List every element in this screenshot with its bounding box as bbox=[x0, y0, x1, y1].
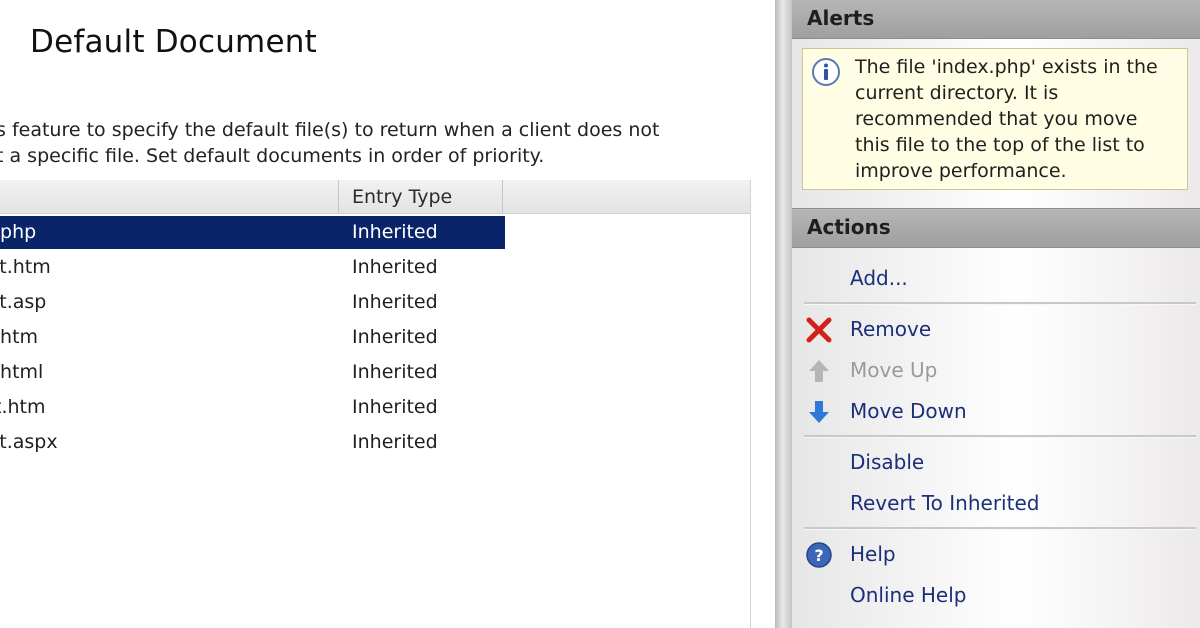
svg-text:?: ? bbox=[814, 546, 823, 565]
alert-line: current directory. It is bbox=[855, 82, 1059, 104]
column-divider[interactable] bbox=[502, 180, 503, 213]
help-icon: ? bbox=[806, 542, 832, 568]
description-line: s feature to specify the default file(s)… bbox=[0, 119, 660, 141]
disable-action-label[interactable]: Disable bbox=[850, 450, 924, 474]
table-row[interactable]: lt.htm Inherited bbox=[0, 251, 750, 286]
online-help-action-label[interactable]: Online Help bbox=[850, 583, 966, 607]
add-action-label[interactable]: Add... bbox=[850, 266, 908, 290]
info-icon bbox=[812, 58, 840, 86]
actions-separator bbox=[804, 527, 1196, 530]
cell-entry-type: Inherited bbox=[352, 256, 438, 278]
help-action[interactable]: ? Help bbox=[792, 538, 1200, 572]
cell-name: .php bbox=[0, 221, 37, 243]
alert-line: The file 'index.php' exists in the bbox=[855, 56, 1158, 78]
cell-entry-type: Inherited bbox=[352, 431, 438, 453]
actions-pane: Alerts The file 'index.php' exists in th… bbox=[792, 0, 1200, 628]
alerts-header: Alerts bbox=[792, 0, 1200, 39]
move-down-action[interactable]: Move Down bbox=[792, 395, 1200, 429]
cell-name: .htm bbox=[0, 326, 39, 348]
move-up-action-label[interactable]: Move Up bbox=[850, 358, 937, 382]
cell-name: lt.asp bbox=[0, 291, 47, 313]
actions-title: Actions bbox=[807, 215, 891, 239]
column-header-entry-type[interactable]: Entry Type bbox=[352, 186, 452, 208]
cell-name: lt.aspx bbox=[0, 431, 58, 453]
cell-name: t.htm bbox=[0, 396, 46, 418]
list-rows: .php Inherited lt.htm Inherited lt.asp I… bbox=[0, 216, 750, 461]
cell-entry-type: Inherited bbox=[352, 221, 438, 243]
move-up-action[interactable]: Move Up bbox=[792, 354, 1200, 388]
pane-splitter[interactable] bbox=[775, 0, 792, 628]
move-down-action-label[interactable]: Move Down bbox=[850, 399, 967, 423]
arrow-down-icon bbox=[809, 401, 829, 423]
list-header: Entry Type bbox=[0, 180, 750, 214]
add-action[interactable]: Add... bbox=[792, 262, 1200, 296]
feature-description: s feature to specify the default file(s)… bbox=[0, 117, 756, 169]
cell-entry-type: Inherited bbox=[352, 396, 438, 418]
page-title: Default Document bbox=[30, 24, 317, 60]
cell-name: lt.htm bbox=[0, 256, 51, 278]
actions-separator bbox=[804, 435, 1196, 438]
cell-entry-type: Inherited bbox=[352, 291, 438, 313]
arrow-up-icon bbox=[809, 360, 829, 382]
table-row[interactable]: lt.aspx Inherited bbox=[0, 426, 750, 461]
table-row[interactable]: .htm Inherited bbox=[0, 321, 750, 356]
alert-line: this file to the top of the list to bbox=[855, 134, 1145, 156]
revert-to-inherited-action[interactable]: Revert To Inherited bbox=[792, 487, 1200, 521]
alerts-title: Alerts bbox=[807, 6, 875, 30]
remove-action[interactable]: Remove bbox=[792, 313, 1200, 347]
cell-entry-type: Inherited bbox=[352, 326, 438, 348]
table-row[interactable]: lt.asp Inherited bbox=[0, 286, 750, 321]
actions-header: Actions bbox=[792, 208, 1200, 248]
description-line: t a specific file. Set default documents… bbox=[0, 145, 545, 167]
alert-line: improve performance. bbox=[855, 160, 1067, 182]
default-document-list[interactable]: Entry Type .php Inherited lt.htm Inherit… bbox=[0, 180, 751, 628]
remove-action-label[interactable]: Remove bbox=[850, 317, 931, 341]
actions-separator bbox=[804, 302, 1196, 305]
cell-name: .html bbox=[0, 361, 44, 383]
column-divider[interactable] bbox=[338, 180, 339, 213]
table-row[interactable]: .php Inherited bbox=[0, 216, 750, 251]
table-row[interactable]: t.htm Inherited bbox=[0, 391, 750, 426]
cell-entry-type: Inherited bbox=[352, 361, 438, 383]
remove-x-icon bbox=[806, 317, 832, 343]
alert-text: The file 'index.php' exists in the curre… bbox=[855, 54, 1185, 184]
disable-action[interactable]: Disable bbox=[792, 446, 1200, 480]
online-help-action[interactable]: Online Help bbox=[792, 579, 1200, 613]
table-row[interactable]: .html Inherited bbox=[0, 356, 750, 391]
alert-message: The file 'index.php' exists in the curre… bbox=[802, 48, 1188, 190]
iis-manager-window: Default Document s feature to specify th… bbox=[0, 0, 1200, 628]
help-action-label[interactable]: Help bbox=[850, 542, 896, 566]
revert-action-label[interactable]: Revert To Inherited bbox=[850, 491, 1039, 515]
feature-page: Default Document s feature to specify th… bbox=[0, 0, 775, 628]
alert-line: recommended that you move bbox=[855, 108, 1138, 130]
